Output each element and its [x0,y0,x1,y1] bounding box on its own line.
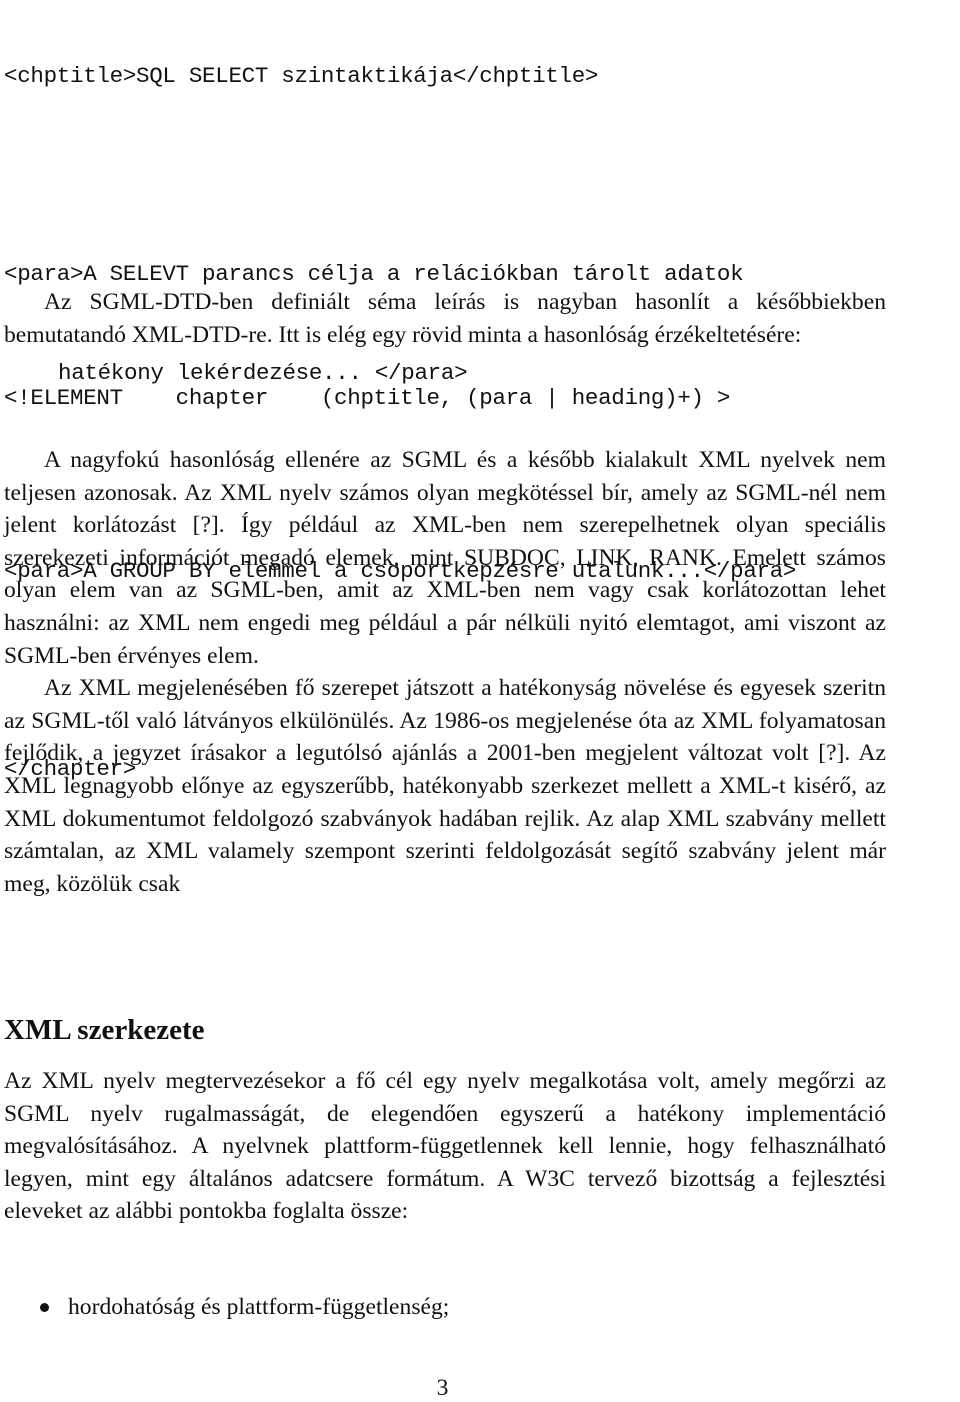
intro-paragraph: Az SGML-DTD-ben definiált séma leírás is… [4,289,886,348]
paragraph-xml-history: Az XML megjelenésében fő szerepet játszo… [4,675,886,897]
list-item-text: hordohatóság és plattform-függetlenség; [68,1294,450,1320]
intro-paragraph-block: Az SGML-DTD-ben definiált séma leírás is… [4,286,886,351]
section-title: XML szerkezete [4,1014,205,1046]
design-goals-list: hordohatóság és plattform-függetlenség; [40,1291,449,1324]
code-line-chptitle: <chptitle>SQL SELECT szintaktikája</chpt… [4,63,599,89]
paragraph-sgml-xml-differences: A nagyfokú hasonlóság ellenére az SGML é… [4,447,886,669]
body-text-block: A nagyfokú hasonlóság ellenére az SGML é… [4,444,886,900]
page-number: 3 [436,1375,449,1401]
section-paragraph: Az XML nyelv megtervezésekor a fő cél eg… [4,1068,886,1225]
section-body-block: Az XML nyelv megtervezésekor a fő cél eg… [4,1065,886,1228]
bullet-icon [40,1303,49,1312]
list-item: hordohatóság és plattform-függetlenség; [40,1291,449,1324]
element-declaration: <!ELEMENT chapter (chptitle, (para | hea… [4,385,731,411]
document-page: <chptitle>SQL SELECT szintaktikája</chpt… [0,0,960,1401]
